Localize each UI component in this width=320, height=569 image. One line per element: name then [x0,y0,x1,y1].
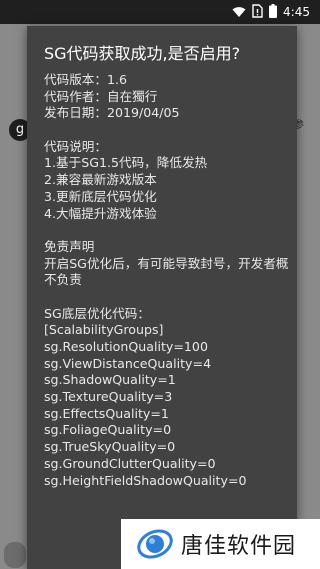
code-line: sg.ResolutionQuality=100 [44,339,208,355]
status-bar: 4:45 [0,0,320,24]
release-date: 发布日期：2019/04/05 [44,105,180,121]
code-line: sg.ViewDistanceQuality=4 [44,355,212,371]
site-logo-icon [135,526,175,562]
sg-code-dialog: SG代码获取成功,是否启用? 代码版本：1.6 代码作者：自在獨行 发布日期：2… [27,26,297,569]
code-line: sg.TextureQuality=3 [44,389,173,405]
description-item: 1.基于SG1.5代码，降低发热 [44,155,208,171]
clock: 4:45 [283,5,310,19]
code-version: 代码版本：1.6 [44,72,127,87]
code-line: sg.FoliageQuality=0 [44,422,172,438]
code-line: sg.HeightFieldShadowQuality=0 [44,472,247,488]
disclaimer-text: 开启SG优化后，有可能导致封号，开发者概不负责 [44,255,289,288]
dialog-title: SG代码获取成功,是否启用? [44,44,241,63]
code-line: sg.EffectsQuality=1 [44,405,169,421]
wifi-icon [232,3,246,22]
description-item: 4.大幅提升游戏体验 [44,205,157,221]
description-item: 2.兼容最新游戏版本 [44,172,157,188]
code-heading: SG底层优化代码： [44,305,150,321]
background-pill [4,542,26,568]
watermark-text: 唐佳软件园 [181,534,297,559]
description-item: 3.更新底层代码优化 [44,188,157,204]
code-line: sg.TrueSkyQuality=0 [44,439,176,455]
dialog-body[interactable]: 代码版本：1.6 代码作者：自在獨行 发布日期：2019/04/05 代码说明：… [44,72,294,489]
code-line: sg.GroundClutterQuality=0 [44,455,216,471]
description-heading: 代码说明： [44,138,107,154]
code-line: sg.ShadowQuality=1 [44,372,176,388]
no-sim-icon [252,3,263,22]
code-author: 代码作者：自在獨行 [44,88,158,104]
watermark: 唐佳软件园 [121,519,320,569]
disclaimer-heading: 免责声明 [44,238,95,254]
battery-icon [269,3,278,22]
status-icons: 4:45 [232,0,310,24]
code-line: [ScalabilityGroups] [44,322,164,338]
